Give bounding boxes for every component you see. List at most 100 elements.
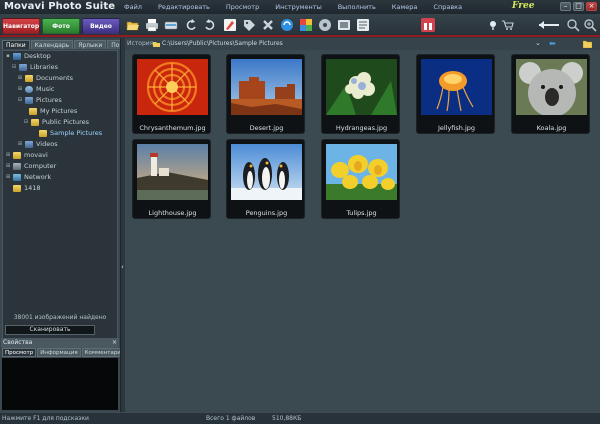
thumbnail-penguins[interactable]: Penguins.jpg xyxy=(226,139,305,219)
tree-item-pictures[interactable]: ⊟ Pictures xyxy=(17,95,62,105)
tree-item-music[interactable]: ⊞ Music xyxy=(17,84,55,94)
collapse-left-icon[interactable]: ‹ xyxy=(121,263,124,271)
pictures-icon xyxy=(25,96,33,104)
folder-icon xyxy=(39,129,47,137)
delete-icon[interactable] xyxy=(261,18,275,32)
open-folder-icon[interactable] xyxy=(583,40,592,48)
expand-icon[interactable]: ⊞ xyxy=(5,174,11,180)
app-title: Movavi Photo Suite xyxy=(4,1,116,12)
collapse-icon[interactable]: ⊟ xyxy=(11,64,17,70)
tree-item-my-pictures[interactable]: My Pictures xyxy=(29,106,77,116)
photo-desert xyxy=(231,59,302,115)
music-icon xyxy=(25,85,33,93)
thumbnail-label: Desert.jpg xyxy=(249,124,284,132)
rotate-left-icon[interactable] xyxy=(184,18,198,32)
tab-calendar[interactable]: Календарь xyxy=(30,40,74,49)
menu-run[interactable]: Выполнить xyxy=(338,3,376,11)
scan-icon[interactable] xyxy=(164,18,178,32)
zoom-in-icon[interactable] xyxy=(583,18,597,32)
menu-view[interactable]: Просмотр xyxy=(226,3,259,11)
thumbnail-hydrangeas[interactable]: Hydrangeas.jpg xyxy=(321,54,400,134)
path-field[interactable]: C:\Users\Public\Pictures\Sample Pictures xyxy=(162,40,283,47)
rotate-right-icon[interactable] xyxy=(203,18,217,32)
menu-edit[interactable]: Редактировать xyxy=(158,3,210,11)
minimize-button[interactable]: – xyxy=(560,2,571,11)
tree-item-public-pictures[interactable]: ⊟ Public Pictures xyxy=(23,117,89,127)
back-arrow-icon[interactable]: ⬅ xyxy=(549,39,556,48)
left-panel: Папки Календарь Ярлыки Поиск ▪ Desktop ⊟… xyxy=(0,38,135,412)
photo-koala xyxy=(516,59,587,115)
toolbar: Навигатор Фото Видео xyxy=(0,14,600,37)
thumbnail-label: Lighthouse.jpg xyxy=(148,209,197,217)
expand-icon[interactable]: ⊞ xyxy=(17,86,23,92)
expand-icon[interactable]: ⊞ xyxy=(17,141,23,147)
open-icon[interactable] xyxy=(126,18,140,32)
thumbnail-chrysanthemum[interactable]: Chrysanthemum.jpg xyxy=(132,54,211,134)
thumbnail-desert[interactable]: Desert.jpg xyxy=(226,54,305,134)
edit-icon[interactable] xyxy=(223,18,237,32)
folder-tree: ▪ Desktop ⊟ Libraries ⊞ Documents ⊞ Musi… xyxy=(2,50,118,348)
menu-help[interactable]: Справка xyxy=(433,3,462,11)
tab-labels[interactable]: Ярлыки xyxy=(74,40,107,49)
collapse-icon[interactable]: ⊟ xyxy=(23,119,29,125)
tab-preview[interactable]: Просмотр xyxy=(2,348,37,357)
menu-tools[interactable]: Инструменты xyxy=(275,3,322,11)
folder-icon xyxy=(29,107,37,115)
user-folder-icon xyxy=(13,151,21,159)
tab-info[interactable]: Информация xyxy=(37,348,81,357)
tag-icon[interactable] xyxy=(242,18,256,32)
chevron-down-icon[interactable]: ⌄ xyxy=(535,39,541,47)
burn-icon[interactable] xyxy=(318,18,332,32)
tree-item-network[interactable]: ⊞ Network xyxy=(5,172,51,182)
close-button[interactable]: × xyxy=(586,2,597,11)
photo-chrysanthemum xyxy=(137,59,208,115)
library-icon xyxy=(19,63,27,71)
history-label[interactable]: История xyxy=(127,40,153,47)
share-icon[interactable] xyxy=(356,18,370,32)
status-file-count: Всего 1 файлов xyxy=(206,415,256,422)
mode-navigator-button[interactable]: Навигатор xyxy=(2,18,40,34)
videos-icon xyxy=(25,140,33,148)
expand-icon[interactable]: ⊞ xyxy=(5,163,11,169)
refresh-icon[interactable] xyxy=(280,18,294,32)
status-bar: Нажмите F1 для подсказки Всего 1 файлов … xyxy=(0,412,600,424)
cart-icon[interactable] xyxy=(501,18,515,32)
collapse-icon[interactable]: ⊟ xyxy=(17,97,23,103)
thumbnail-jellyfish[interactable]: Jellyfish.jpg xyxy=(416,54,495,134)
menu-bar: Файл Редактировать Просмотр Инструменты … xyxy=(124,3,478,11)
thumbnail-tulips[interactable]: Tulips.jpg xyxy=(321,139,400,219)
thumbnail-lighthouse[interactable]: Lighthouse.jpg xyxy=(132,139,211,219)
menu-camera[interactable]: Камера xyxy=(392,3,418,11)
expand-icon[interactable]: ⊞ xyxy=(5,152,11,158)
thumbnail-grid: Chrysanthemum.jpg Desert.jpg Hydrangeas. xyxy=(125,50,600,412)
tab-folders[interactable]: Папки xyxy=(2,40,30,49)
gift-icon[interactable] xyxy=(421,18,435,32)
tree-item-sample-pictures[interactable]: Sample Pictures xyxy=(39,128,102,138)
tree-item-libraries[interactable]: ⊟ Libraries xyxy=(11,62,58,72)
scan-button[interactable]: Сканировать xyxy=(5,325,95,335)
mode-photo-button[interactable]: Фото xyxy=(42,18,80,34)
thumbnail-label: Tulips.jpg xyxy=(346,209,377,217)
expand-icon[interactable]: ▪ xyxy=(5,53,11,59)
back-icon[interactable] xyxy=(537,18,561,32)
photo-tulips xyxy=(326,144,397,200)
computer-icon xyxy=(13,162,21,170)
slideshow-icon[interactable] xyxy=(299,18,313,32)
star-icon[interactable] xyxy=(486,18,500,32)
menu-file[interactable]: Файл xyxy=(124,3,142,11)
zoom-out-icon[interactable] xyxy=(566,18,580,32)
mode-video-button[interactable]: Видео xyxy=(82,18,120,34)
tree-item-desktop[interactable]: ▪ Desktop xyxy=(5,51,51,61)
print-icon[interactable] xyxy=(145,18,159,32)
compare-icon[interactable] xyxy=(337,18,351,32)
tree-item-1418[interactable]: 1418 xyxy=(13,183,41,193)
tree-item-documents[interactable]: ⊞ Documents xyxy=(17,73,73,83)
tree-item-movavi[interactable]: ⊞ movavi xyxy=(5,150,48,160)
tree-item-computer[interactable]: ⊞ Computer xyxy=(5,161,56,171)
title-bar: Movavi Photo Suite Файл Редактировать Пр… xyxy=(0,0,600,14)
tree-item-videos[interactable]: ⊞ Videos xyxy=(17,139,58,149)
thumbnail-koala[interactable]: Koala.jpg xyxy=(511,54,590,134)
properties-close-icon[interactable]: × xyxy=(112,338,117,347)
maximize-button[interactable]: □ xyxy=(573,2,584,11)
expand-icon[interactable]: ⊞ xyxy=(17,75,23,81)
